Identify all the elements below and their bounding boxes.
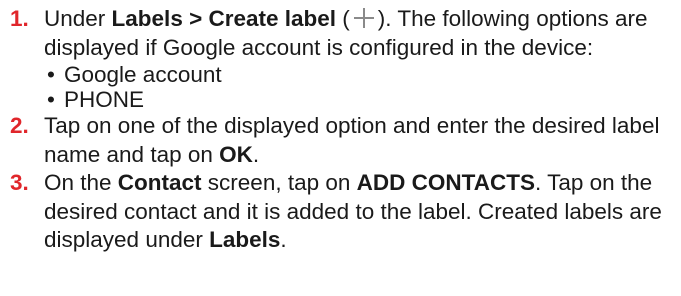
step-number: 1. [10,6,29,31]
document-page: 1. Under Labels > Create label (). The f… [0,0,681,296]
plus-icon [353,8,374,28]
step-bold-text: OK [219,141,253,167]
step-bold-text: ADD CONTACTS [356,170,535,195]
steps-list: 1. Under Labels > Create label (). The f… [10,5,671,255]
step-text: Tap on one of the displayed option and e… [44,113,660,167]
step-bold-text: Contact [117,170,202,195]
bullet-icon: • [47,87,55,112]
step-text: . [280,227,287,252]
step-bold-text: Labels > Create label [111,6,337,31]
option-item: • Google account [44,62,671,87]
step-1: 1. Under Labels > Create label (). The f… [10,5,671,112]
step-3: 3. On the Contact screen, tap on ADD CON… [10,169,671,255]
step-text: Under [44,6,112,31]
option-label: Google account [64,62,222,87]
step-text: ( [336,6,350,31]
step-text: On the [44,170,118,195]
step-bold-text: Labels [209,227,281,252]
option-item: • PHONE [44,87,671,112]
option-label: PHONE [64,87,145,112]
option-list: • Google account • PHONE [44,62,671,112]
step-text: . [252,141,260,167]
step-number: 3. [10,170,29,195]
bullet-icon: • [47,62,55,87]
step-text: screen, tap on [201,170,357,195]
step-2: 2. Tap on one of the displayed option an… [10,112,671,169]
step-number: 2. [10,113,29,138]
